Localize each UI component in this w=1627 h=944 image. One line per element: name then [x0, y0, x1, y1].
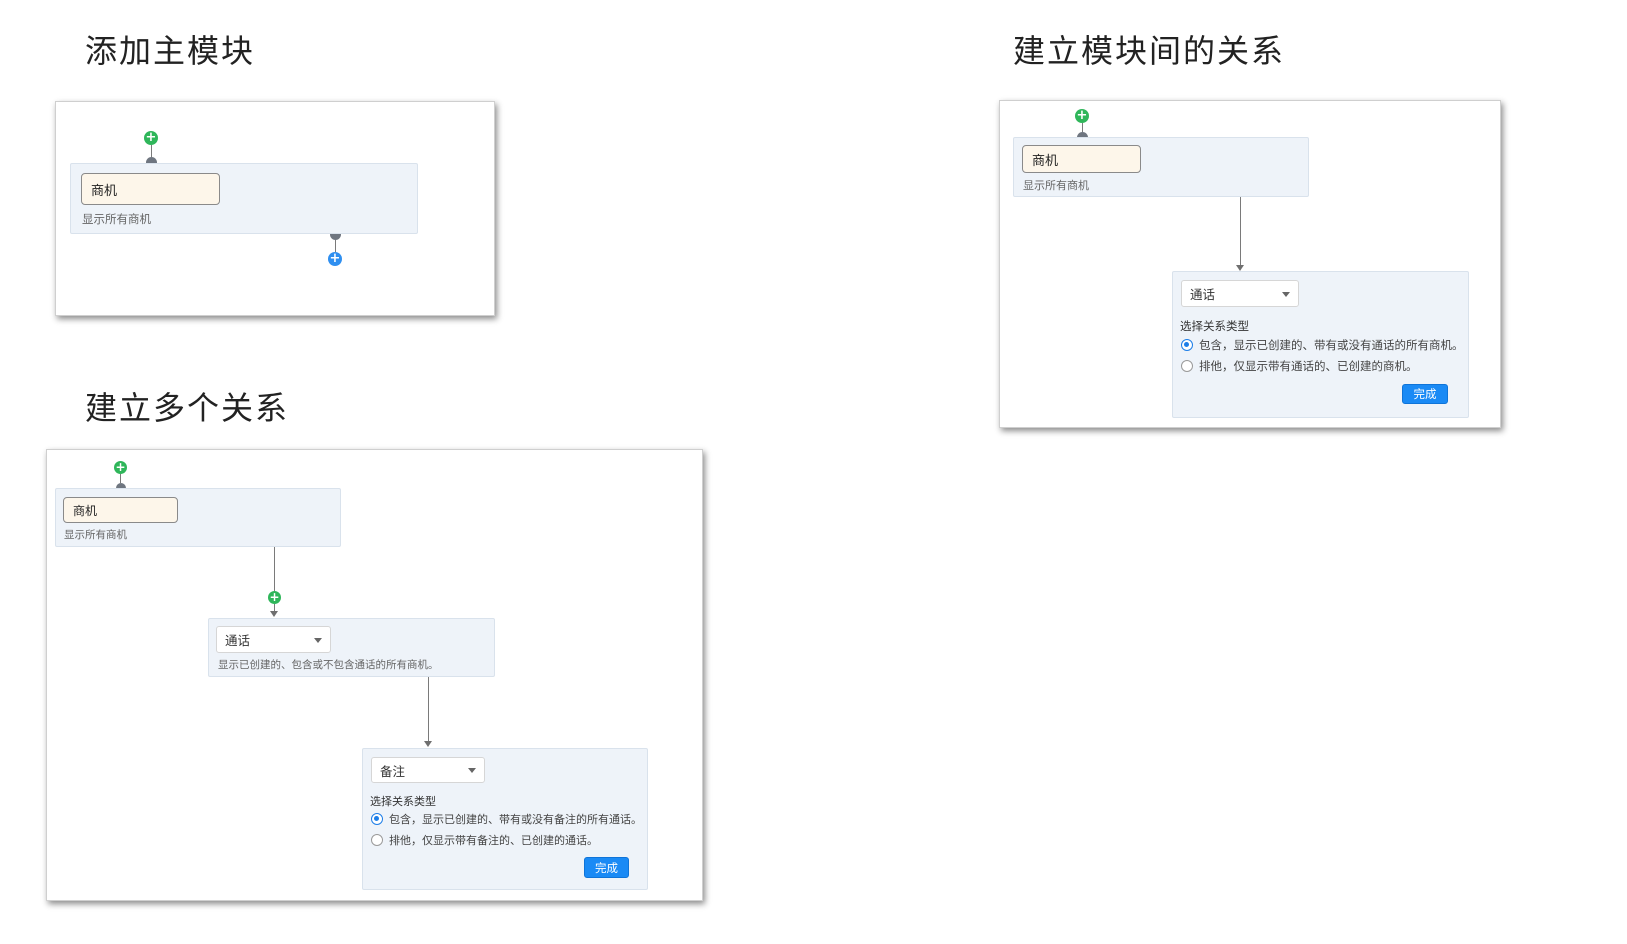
chevron-down-icon	[468, 768, 476, 773]
module-name[interactable]: 商机	[1022, 145, 1141, 173]
plus-icon: +	[1076, 108, 1088, 123]
module-desc: 显示所有商机	[64, 529, 127, 541]
module-name[interactable]: 商机	[63, 497, 178, 523]
panel-multi-relation: + 商机 显示所有商机 + 通话 显示已创建的、包含或不包含通话的所有商机。 备…	[46, 449, 703, 901]
chevron-down-icon	[1282, 291, 1290, 297]
relation-option-include[interactable]: 包含，显示已创建的、带有或没有备注的所有通话。	[371, 811, 642, 827]
done-button[interactable]: 完成	[584, 857, 629, 878]
relation-option-exclude[interactable]: 排他，仅显示带有通话的、已创建的商机。	[1181, 358, 1418, 374]
connector-arrow	[424, 741, 432, 747]
heading-build-relation: 建立模块间的关系	[1013, 32, 1286, 70]
module-select[interactable]: 备注	[371, 757, 485, 783]
plus-icon: +	[115, 460, 126, 474]
add-parent-button[interactable]: +	[1075, 109, 1089, 123]
relation-node[interactable]: 备注 选择关系类型 包含，显示已创建的、带有或没有备注的所有通话。 排他，仅显示…	[362, 748, 648, 890]
option-label: 包含，显示已创建的、带有或没有备注的所有通话。	[389, 813, 642, 826]
select-value: 通话	[225, 633, 251, 648]
connector-arrow	[270, 611, 278, 617]
module-node[interactable]: 商机 显示所有商机	[55, 488, 341, 547]
chevron-down-icon	[314, 637, 322, 643]
relation-type-title: 选择关系类型	[370, 795, 436, 808]
calls-desc: 显示已创建的、包含或不包含通话的所有商机。	[218, 659, 439, 671]
option-label: 包含，显示已创建的、带有或没有通话的所有商机。	[1199, 338, 1464, 352]
heading-multi-relation: 建立多个关系	[85, 389, 290, 427]
heading-add-main-module: 添加主模块	[85, 32, 256, 70]
plus-icon: +	[329, 251, 341, 266]
add-parent-button[interactable]: +	[144, 131, 158, 145]
relation-option-exclude[interactable]: 排他，仅显示带有备注的、已创建的通话。	[371, 832, 598, 848]
relation-node[interactable]: 通话 选择关系类型 包含，显示已创建的、带有或没有通话的所有商机。 排他，仅显示…	[1172, 271, 1469, 418]
done-button[interactable]: 完成	[1402, 384, 1448, 404]
connector-line	[1082, 123, 1083, 132]
connector-line	[428, 677, 429, 741]
plus-icon: +	[145, 130, 157, 145]
module-name[interactable]: 商机	[81, 173, 220, 205]
relation-option-include[interactable]: 包含，显示已创建的、带有或没有通话的所有商机。	[1181, 337, 1464, 353]
plus-icon: +	[269, 590, 280, 604]
radio-unchecked-icon[interactable]	[1181, 360, 1193, 372]
module-desc: 显示所有商机	[1023, 179, 1089, 192]
connector-line	[274, 547, 275, 592]
module-node[interactable]: 商机 显示所有商机	[70, 163, 418, 234]
panel-build-relation: + 商机 显示所有商机 通话 选择关系类型 包含，显示已创建的、带有或没有通话的…	[999, 100, 1501, 428]
calls-node[interactable]: 通话 显示已创建的、包含或不包含通话的所有商机。	[208, 618, 495, 677]
connector-line	[120, 474, 121, 483]
option-label: 排他，仅显示带有备注的、已创建的通话。	[389, 834, 598, 847]
select-value: 通话	[1190, 287, 1216, 302]
module-desc: 显示所有商机	[82, 212, 151, 226]
radio-unchecked-icon[interactable]	[371, 834, 383, 846]
connector-line	[151, 145, 152, 157]
panel-add-main-module: + 商机 显示所有商机 +	[55, 101, 495, 316]
module-node[interactable]: 商机 显示所有商机	[1013, 137, 1309, 197]
add-sibling-button[interactable]: +	[268, 591, 281, 604]
add-child-button[interactable]: +	[328, 252, 342, 266]
add-parent-button[interactable]: +	[114, 461, 127, 474]
radio-checked-icon[interactable]	[1181, 339, 1193, 351]
connector-line	[1240, 197, 1241, 265]
option-label: 排他，仅显示带有通话的、已创建的商机。	[1199, 359, 1418, 373]
radio-checked-icon[interactable]	[371, 813, 383, 825]
module-select[interactable]: 通话	[216, 626, 331, 653]
module-select[interactable]: 通话	[1181, 280, 1299, 307]
select-value: 备注	[380, 763, 406, 779]
relation-type-title: 选择关系类型	[1180, 319, 1249, 333]
